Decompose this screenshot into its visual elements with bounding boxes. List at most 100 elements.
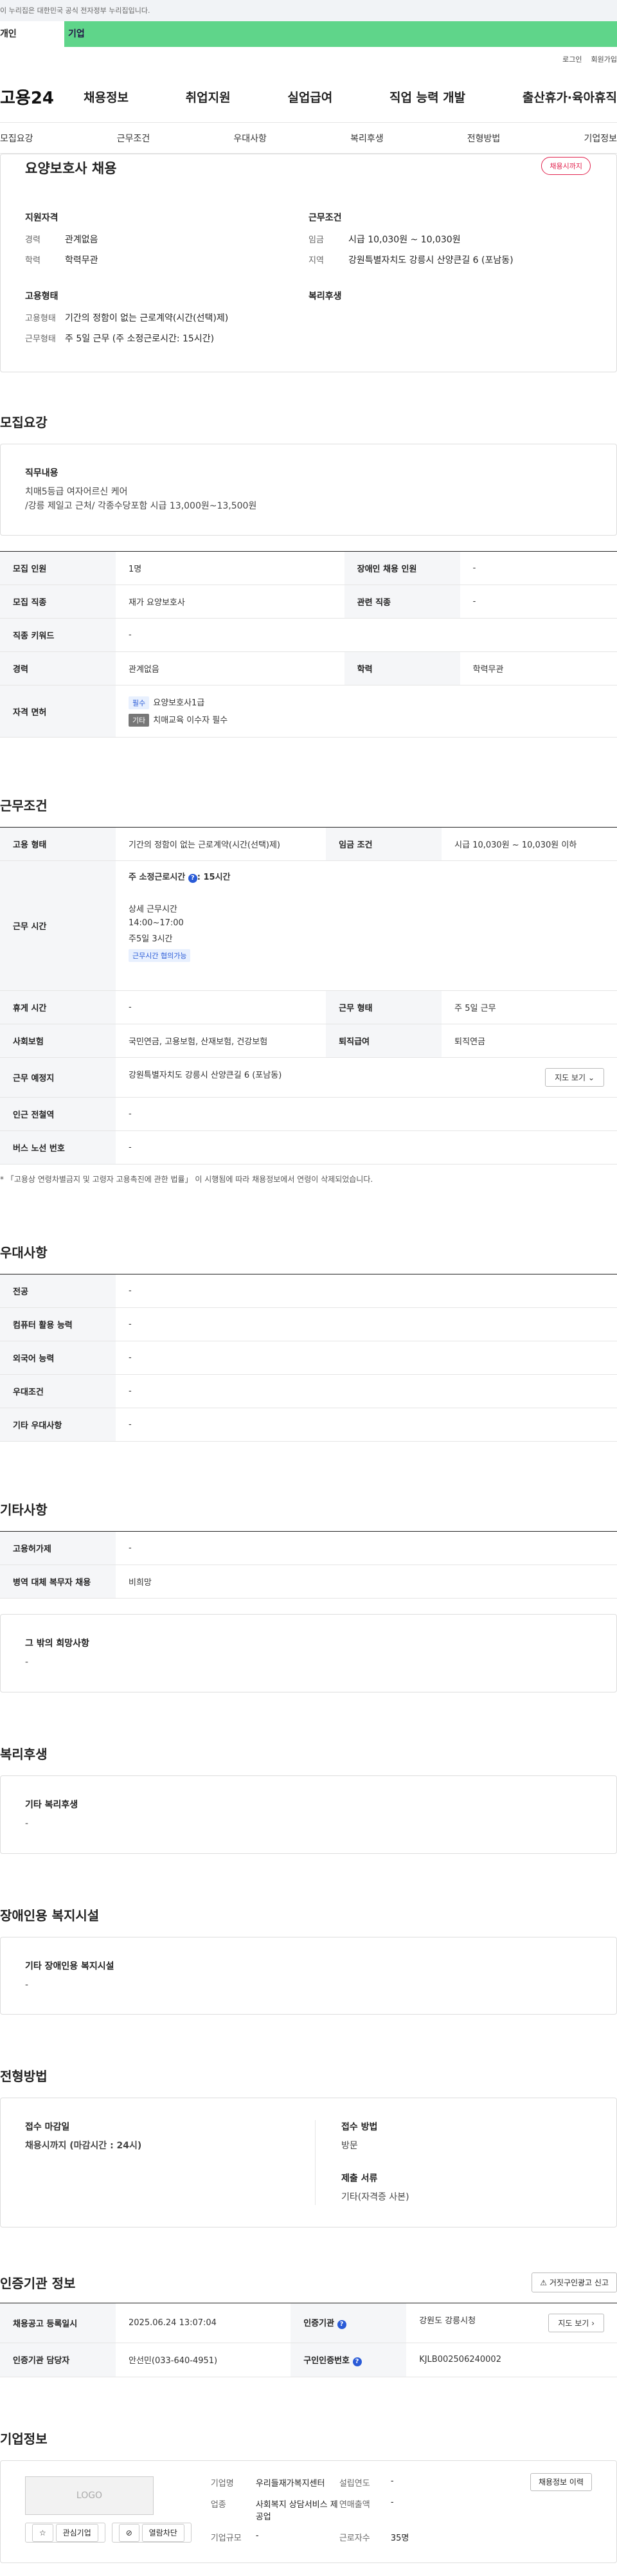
table-cell: 강원도 강릉시청 지도 보기 › — [406, 2303, 617, 2343]
table-header: 고용 형태 — [0, 827, 116, 862]
table-cell: KJLB002506240002 — [406, 2343, 617, 2377]
company-key: 기업규모 — [210, 2533, 242, 2543]
gnb-item-vocational-training[interactable]: 직업 능력 개발 — [389, 88, 465, 105]
recruit-table: 모집 인원 1명 장애인 채용 인원 - 모집 직종 재가 요양보호사 관련 직종 - 직종… — [0, 551, 617, 738]
company-name: 우리들재가복지센터 — [255, 2478, 325, 2489]
table-cell: - — [116, 1408, 617, 1442]
deadline-label: 접수 마감일 — [25, 2122, 70, 2133]
tab-company[interactable]: 기업 — [64, 21, 617, 47]
gnb-item-employment-support[interactable]: 취업지원 — [186, 88, 231, 105]
job-summary-card: 요양보호사 채용 채용시까지 지원자격 경력 관계없음 학력 학력무관 근무조건 임… — [0, 154, 617, 372]
section-title-recruit: 모집요강 — [0, 415, 48, 430]
anchor-selection[interactable]: 전형방법 — [467, 132, 501, 145]
section-title-pref: 우대사항 — [0, 1245, 48, 1261]
block-company-button[interactable]: ⊘ 열람차단 — [111, 2522, 192, 2543]
age-note: * 「고용상 연령차별금지 및 고령자 고용촉진에 관한 법률」 이 시행됨에 … — [0, 1175, 373, 1184]
kv-key: 학력 — [25, 256, 40, 266]
table-header: 자격 면허 — [0, 685, 116, 738]
help-icon[interactable]: ? — [337, 2320, 346, 2330]
other-table: 고용허가제 - 병역 대체 복무자 채용 비희망 — [0, 1531, 617, 1599]
welfare-heading: 복리후생 — [308, 291, 342, 302]
table-header: 전공 — [0, 1274, 116, 1309]
table-cell: - — [460, 585, 617, 619]
emp-heading: 고용형태 — [25, 291, 58, 302]
table-header: 컴퓨터 활용 능력 — [0, 1307, 116, 1342]
site-logo[interactable]: 고용24 — [0, 85, 77, 109]
login-link[interactable]: 로그인 — [562, 54, 582, 64]
section-title-welfare: 복리후생 — [0, 1746, 48, 1763]
kv-value: 강원특별자치도 강릉시 산양큰길 6 (포남동) — [348, 255, 514, 266]
cert-org-value: 강원도 강릉시청 — [419, 2316, 476, 2326]
favorite-company-button[interactable]: ☆ 관심기업 — [25, 2522, 105, 2543]
cert-org-label: 인증기관 — [303, 2319, 335, 2329]
company-key: 설립연도 — [339, 2478, 370, 2489]
table-header: 병역 대체 복무자 채용 — [0, 1565, 116, 1599]
map-view-label: 지도 보기 — [555, 1073, 586, 1083]
table-cell: 2025.06.24 13:07:04 — [116, 2303, 291, 2343]
report-fake-ad-button[interactable]: ⚠ 거짓구인광고 신고 — [532, 2272, 617, 2292]
anchor-nav: 모집요강 근무조건 우대사항 복리후생 전형방법 기업정보 — [0, 123, 617, 154]
other-wishes-label: 그 밖의 희망사항 — [25, 1638, 89, 1649]
gnb-item-jobs[interactable]: 채용정보 — [84, 88, 129, 105]
disabled-facilities-box: 기타 장애인용 복지시설 - — [0, 1936, 617, 2015]
table-cell: 학력무관 — [460, 651, 617, 686]
license-item: 요양보호사1급 — [153, 698, 205, 709]
disabled-facilities-value: - — [25, 1979, 29, 1990]
table-cell: - — [116, 618, 617, 653]
pref-table: 전공 - 컴퓨터 활용 능력 - 외국어 능력 - 우대조건 - 기타 우대사항 - — [0, 1274, 617, 1442]
welfare-box: 기타 복리후생 - — [0, 1775, 617, 1854]
deadline-value: 채용시까지 (마감시간 : 24시) — [25, 2141, 142, 2152]
table-header: 외국어 능력 — [0, 1341, 116, 1375]
duty-label: 직무내용 — [25, 468, 58, 478]
license-item: 치매교육 이수자 필수 — [153, 716, 228, 726]
other-wishes-value: - — [25, 1657, 29, 1668]
week-hours-label: 주 소정근로시간 — [129, 873, 186, 883]
duty-box: 직무내용 치매5등급 여자어르신 케어 /강릉 제일고 근처/ 각종수당포함 시… — [0, 444, 617, 536]
kv-key: 경력 — [25, 235, 40, 245]
cert-map-button[interactable]: 지도 보기 › — [548, 2313, 604, 2332]
table-cell: - — [460, 551, 617, 586]
table-cell: - — [116, 1531, 617, 1566]
job-history-button[interactable]: 채용정보 이력 — [530, 2472, 592, 2491]
kv-value: 관계없음 — [65, 235, 98, 245]
anchor-work[interactable]: 근무조건 — [117, 132, 150, 145]
table-header: 퇴직급여 — [326, 1024, 442, 1058]
user-type-tabs: 개인 기업 — [0, 21, 617, 47]
help-icon[interactable]: ? — [188, 874, 197, 884]
company-info: 기업명 우리들재가복지센터 설립연도 - 업종 사회복지 상담서비스 제공업 연매출액… — [211, 2476, 511, 2543]
work-time-cell: 주 소정근로시간 ?: 15시간 상세 근무시간 14:00~17:00 주5일… — [116, 860, 617, 992]
table-header: 인증기관 담당자 — [0, 2343, 116, 2377]
work-address: 강원특별자치도 강릉시 산양큰길 6 (포남동) — [129, 1071, 282, 1081]
table-cell: 주 5일 근무 — [442, 990, 617, 1025]
map-view-button[interactable]: 지도 보기 ⌄ — [545, 1068, 604, 1087]
anchor-welfare[interactable]: 복리후생 — [350, 132, 384, 145]
disabled-facilities-label: 기타 장애인용 복지시설 — [25, 1961, 114, 1972]
cert-table: 채용공고 등록일시 2025.06.24 13:07:04 인증기관 ? 강원도 강릉… — [0, 2302, 617, 2377]
help-icon[interactable]: ? — [352, 2357, 362, 2366]
table-cell: 시급 10,030원 ~ 10,030원 이하 — [442, 827, 617, 862]
selection-box: 접수 마감일 채용시까지 (마감시간 : 24시) 접수 방법 방문 제출 서류… — [0, 2098, 617, 2227]
method-label: 접수 방법 — [341, 2122, 378, 2133]
siren-icon: ⚠ — [540, 2278, 548, 2287]
section-title-selection: 전형방법 — [0, 2069, 48, 2085]
report-fake-ad-label: 거짓구인광고 신고 — [549, 2278, 609, 2287]
duty-line: /강릉 제일고 근처/ 각종수당포함 시급 13,000원~13,500원 — [25, 500, 257, 511]
anchor-pref[interactable]: 우대사항 — [233, 132, 267, 145]
signup-link[interactable]: 회원가입 — [591, 54, 617, 64]
docs-label: 제출 서류 — [341, 2173, 378, 2184]
tab-personal[interactable]: 개인 — [0, 21, 64, 47]
kv-key: 근무형태 — [25, 334, 56, 344]
gnb-item-unemployment-benefit[interactable]: 실업급여 — [287, 88, 332, 105]
gnb-item-parental-leave[interactable]: 출산휴가·육아휴직 — [523, 88, 617, 105]
section-title-work: 근무조건 — [0, 798, 48, 814]
anchor-recruit[interactable]: 모집요강 — [0, 132, 33, 145]
table-header: 인근 전철역 — [0, 1097, 116, 1132]
anchor-company[interactable]: 기업정보 — [584, 132, 617, 145]
job-title: 요양보호사 채용 — [25, 161, 117, 176]
chevron-down-icon: ⌄ — [587, 1073, 595, 1083]
table-header: 채용공고 등록일시 — [0, 2303, 116, 2343]
table-cell: - — [116, 1130, 617, 1165]
section-title-disabled-facilities: 장애인용 복지시설 — [0, 1907, 100, 1923]
table-cell: 1명 — [116, 551, 344, 586]
section-title-company: 기업정보 — [0, 2431, 48, 2447]
